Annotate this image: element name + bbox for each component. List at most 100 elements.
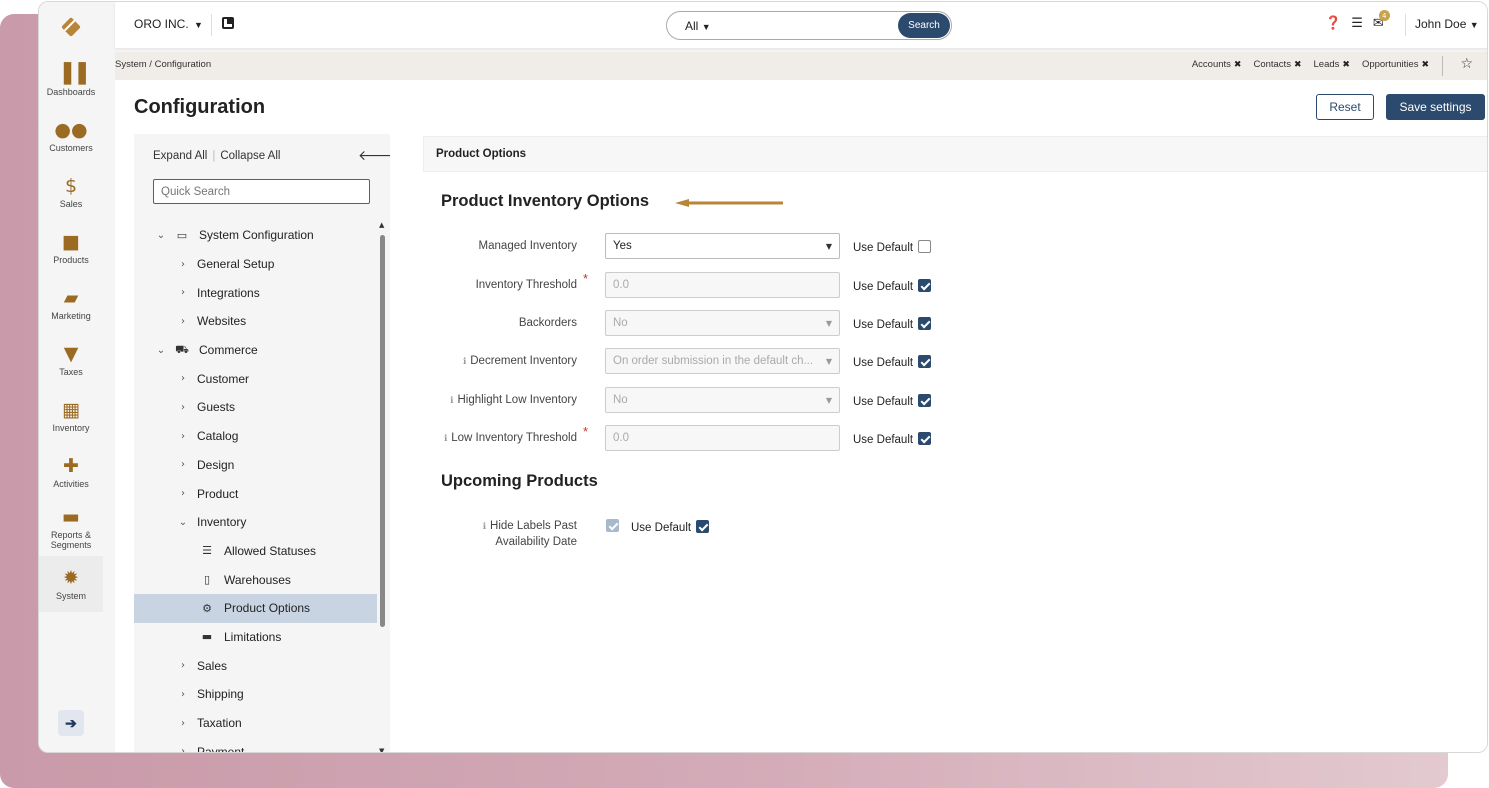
tree-item-integrations[interactable]: › Integrations xyxy=(134,278,377,307)
quick-search-input[interactable] xyxy=(153,179,370,204)
info-icon[interactable]: ℹ xyxy=(483,522,486,532)
low-inventory-threshold-input[interactable]: 0.0 xyxy=(605,425,840,451)
field-row-hide-labels: ℹ Hide Labels Past Availability Date Use … xyxy=(423,518,1123,554)
highlight-low-inventory-select[interactable]: No ▼ xyxy=(605,387,840,413)
use-default-checkbox[interactable] xyxy=(918,317,932,330)
tree-item-general-setup[interactable]: › General Setup xyxy=(134,250,377,279)
info-icon[interactable]: ℹ xyxy=(450,396,453,406)
use-default-checkbox[interactable] xyxy=(918,394,932,407)
top-bar: ORO INC. ▼ All ▼ Search ❓ ☰ ✉ 4 John Doe … xyxy=(115,2,1487,48)
use-default-toggle[interactable]: Use Default xyxy=(853,394,932,408)
caret-down-icon: ▼ xyxy=(825,242,832,251)
taxes-icon: ▼ xyxy=(63,343,79,365)
app-window: ▐▐ Dashboards ●● Customers $ Sales ■ Product… xyxy=(38,1,1488,753)
decrement-inventory-select[interactable]: On order submission in the default ch...… xyxy=(605,348,840,374)
use-default-toggle[interactable]: Use Default xyxy=(853,279,932,293)
pin-contacts[interactable]: Contacts ✖ xyxy=(1253,59,1301,70)
arrow-left-icon[interactable]: 🡐 xyxy=(358,147,390,164)
use-default-toggle[interactable]: Use Default xyxy=(853,432,932,446)
tree-item-commerce[interactable]: ⌄ ⛟ Commerce xyxy=(134,336,377,365)
user-menu[interactable]: John Doe ▼ xyxy=(1415,17,1479,31)
info-icon[interactable]: ℹ xyxy=(444,434,447,444)
help-icon[interactable]: ❓ xyxy=(1325,16,1341,31)
expand-nav-button[interactable]: ➔ xyxy=(58,710,84,736)
star-icon[interactable]: ☆ xyxy=(1460,56,1473,72)
tree-item-payment[interactable]: › Payment xyxy=(134,737,377,753)
menu-icon[interactable]: ☰ xyxy=(1351,16,1363,31)
use-default-toggle[interactable]: Use Default xyxy=(853,317,932,331)
required-marker: * xyxy=(583,424,589,439)
use-default-toggle[interactable]: Use Default xyxy=(853,355,932,369)
chevron-right-icon: › xyxy=(181,287,185,299)
close-icon[interactable]: ✖ xyxy=(1421,59,1429,69)
hide-labels-checkbox[interactable] xyxy=(606,519,619,532)
save-settings-button[interactable]: Save settings xyxy=(1386,94,1485,120)
organization-switcher[interactable]: ORO INC. ▼ xyxy=(134,17,203,31)
breadcrumb-bar: System / Configuration Accounts ✖ Contact… xyxy=(115,52,1487,80)
tree-item-websites[interactable]: › Websites xyxy=(134,307,377,336)
sales-icon: $ xyxy=(64,175,78,197)
expand-all-link[interactable]: Expand All xyxy=(153,150,207,162)
use-default-toggle[interactable]: Use Default xyxy=(853,240,932,254)
nav-sales[interactable]: $ Sales xyxy=(39,164,103,220)
customers-icon: ●● xyxy=(54,119,88,141)
search-scope-select[interactable]: All ▼ xyxy=(685,19,711,33)
use-default-checkbox[interactable] xyxy=(918,432,932,445)
notifications-icon[interactable]: ✉ 4 xyxy=(1373,10,1390,31)
nav-reports-segments[interactable]: ▬ Reports & Segments xyxy=(39,500,103,556)
use-default-checkbox[interactable] xyxy=(918,355,932,368)
nav-system[interactable]: ✹ System xyxy=(39,556,103,612)
pin-opportunities[interactable]: Opportunities ✖ xyxy=(1362,59,1429,70)
chevron-right-icon: › xyxy=(181,746,185,753)
top-right-icons: ❓ ☰ ✉ 4 xyxy=(1325,10,1390,31)
managed-inventory-select[interactable]: Yes ▼ xyxy=(605,233,840,259)
arrow-right-icon: ➔ xyxy=(65,714,77,731)
scroll-up-icon[interactable]: ▲ xyxy=(379,221,384,229)
close-icon[interactable]: ✖ xyxy=(1294,59,1302,69)
pin-leads[interactable]: Leads ✖ xyxy=(1314,59,1350,70)
inventory-threshold-input[interactable]: 0.0 xyxy=(605,272,840,298)
config-tree-panel: Expand All|Collapse All 🡐 ⌄▭System Confi… xyxy=(134,134,390,753)
backorders-select[interactable]: No ▼ xyxy=(605,310,840,336)
use-default-checkbox[interactable] xyxy=(696,520,710,533)
pin-accounts[interactable]: Accounts ✖ xyxy=(1192,59,1242,70)
use-default-checkbox[interactable] xyxy=(918,240,932,253)
nav-customers[interactable]: ●● Customers xyxy=(39,108,103,164)
close-icon[interactable]: ✖ xyxy=(1234,59,1242,69)
scrollbar-thumb[interactable] xyxy=(380,235,385,627)
scroll-down-icon[interactable]: ▼ xyxy=(379,747,384,752)
nav-marketing[interactable]: ▰ Marketing xyxy=(39,276,103,332)
tree-item-sales[interactable]: › Sales xyxy=(134,651,377,680)
external-link-icon[interactable] xyxy=(222,17,234,29)
tree-item-allowed-statuses[interactable]: ☰ Allowed Statuses xyxy=(134,537,377,566)
nav-products[interactable]: ■ Products xyxy=(39,220,103,276)
tree-item-shipping[interactable]: › Shipping xyxy=(134,680,377,709)
close-icon[interactable]: ✖ xyxy=(1342,59,1350,69)
tree-item-product[interactable]: › Product xyxy=(134,479,377,508)
search-button[interactable]: Search xyxy=(898,13,950,38)
collapse-all-link[interactable]: Collapse All xyxy=(220,150,280,162)
tree-item-customer[interactable]: › Customer xyxy=(134,364,377,393)
tree-item-design[interactable]: › Design xyxy=(134,451,377,480)
stack-icon: ▭ xyxy=(176,228,188,242)
tree-item-system-configuration[interactable]: ⌄ ▭ System Configuration xyxy=(134,221,377,250)
use-default-toggle[interactable]: Use Default xyxy=(631,520,710,534)
tree-item-product-options[interactable]: ⚙ Product Options xyxy=(134,593,377,623)
chevron-right-icon: › xyxy=(181,660,185,672)
nav-dashboards[interactable]: ▐▐ Dashboards xyxy=(39,52,103,108)
tree-item-limitations[interactable]: ▬ Limitations xyxy=(134,623,377,652)
use-default-checkbox[interactable] xyxy=(918,279,932,292)
tree-item-inventory[interactable]: ⌄ Inventory xyxy=(134,508,377,537)
tree-item-catalog[interactable]: › Catalog xyxy=(134,422,377,451)
oro-logo[interactable] xyxy=(39,2,103,52)
reset-button[interactable]: Reset xyxy=(1316,94,1374,120)
tree-item-warehouses[interactable]: ▯ Warehouses xyxy=(134,565,377,594)
tree-item-guests[interactable]: › Guests xyxy=(134,393,377,422)
cart-icon: ⛟ xyxy=(175,342,189,356)
tree-scrollbar[interactable]: ▲ ▼ xyxy=(379,221,387,752)
info-icon[interactable]: ℹ xyxy=(463,357,466,367)
nav-inventory[interactable]: ▦ Inventory xyxy=(39,388,103,444)
tree-item-taxation[interactable]: › Taxation xyxy=(134,709,377,738)
nav-taxes[interactable]: ▼ Taxes xyxy=(39,332,103,388)
nav-activities[interactable]: ✚ Activities xyxy=(39,444,103,500)
